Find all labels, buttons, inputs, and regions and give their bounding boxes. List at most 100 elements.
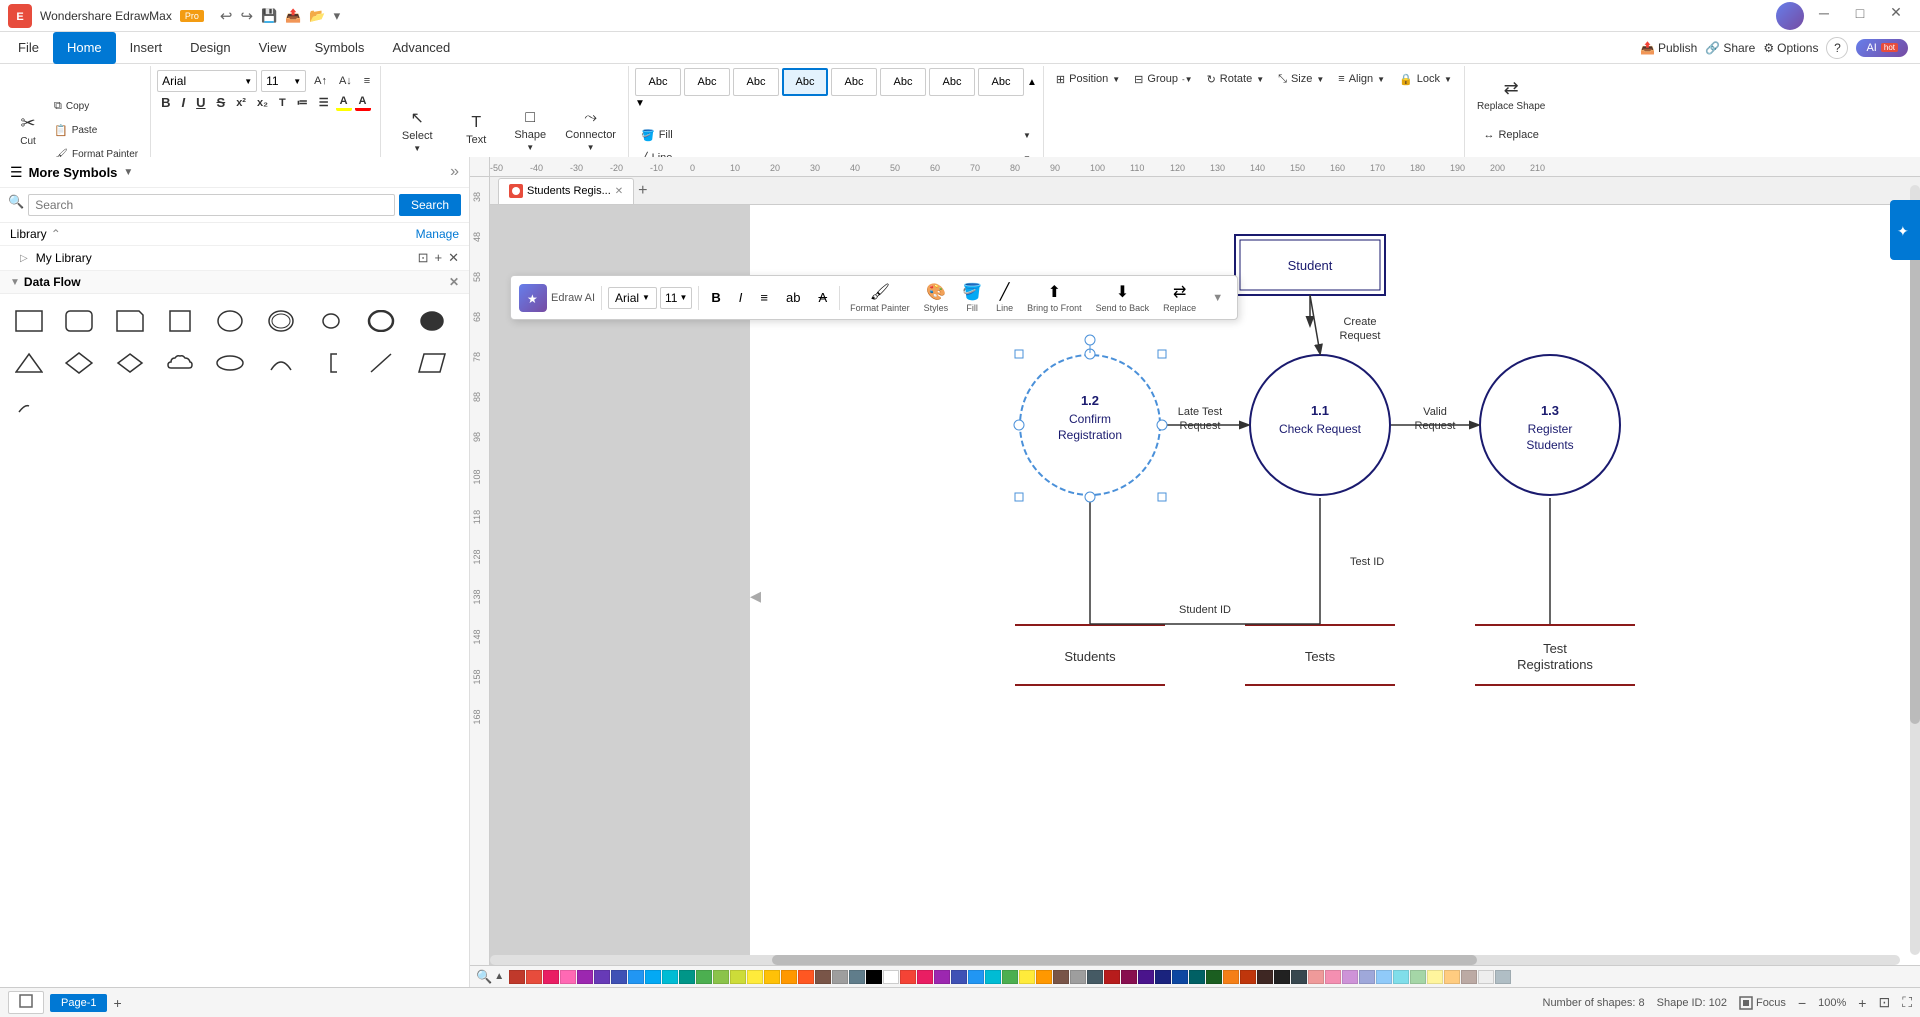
data-flow-section-header[interactable]: ▼ Data Flow ✕ xyxy=(0,271,469,294)
color-55[interactable] xyxy=(1427,970,1443,984)
ctx-bring-to-front[interactable]: ⬆ Bring to Front xyxy=(1023,280,1086,315)
save-btn[interactable]: 💾 xyxy=(261,8,277,24)
ctx-bold-btn[interactable]: B xyxy=(705,287,726,308)
color-29[interactable] xyxy=(985,970,1001,984)
color-44[interactable] xyxy=(1240,970,1256,984)
maximize-btn[interactable]: □ xyxy=(1844,2,1876,24)
strikethrough-btn[interactable]: S xyxy=(213,94,230,111)
undo-btn[interactable]: ↩ xyxy=(220,7,233,25)
subscript-btn[interactable]: x₂ xyxy=(253,96,272,110)
color-58[interactable] xyxy=(1478,970,1494,984)
color-25[interactable] xyxy=(917,970,933,984)
color-22[interactable] xyxy=(866,970,882,984)
palette-expand-icon[interactable]: ▲ xyxy=(494,971,504,982)
shape-diamond[interactable] xyxy=(111,344,149,382)
underline-btn[interactable]: U xyxy=(192,94,209,111)
style-3[interactable]: Abc xyxy=(782,68,828,96)
color-41[interactable] xyxy=(1189,970,1205,984)
shape-ellipse[interactable] xyxy=(211,344,249,382)
shape-btn[interactable]: □ Shape ▼ xyxy=(505,103,555,157)
color-48[interactable] xyxy=(1308,970,1324,984)
font-family-select[interactable]: Arial ▼ xyxy=(157,70,257,92)
color-32[interactable] xyxy=(1036,970,1052,984)
color-43[interactable] xyxy=(1223,970,1239,984)
shape-slash[interactable] xyxy=(362,344,400,382)
connector-btn[interactable]: ⤳ Connector ▼ xyxy=(559,103,622,157)
color-6[interactable] xyxy=(594,970,610,984)
color-15[interactable] xyxy=(747,970,763,984)
color-28[interactable] xyxy=(968,970,984,984)
color-50[interactable] xyxy=(1342,970,1358,984)
options-btn[interactable]: ⚙ Options xyxy=(1763,41,1818,55)
ctx-font-select[interactable]: Arial ▼ xyxy=(608,287,657,309)
highlight-btn[interactable]: A xyxy=(336,94,352,111)
fill-btn[interactable]: 🪣 Fill ▼ xyxy=(635,124,1037,146)
color-5[interactable] xyxy=(577,970,593,984)
ctx-format-painter[interactable]: 🖌 Format Painter xyxy=(846,280,914,315)
rotate-btn[interactable]: ↻ Rotate ▼ xyxy=(1201,68,1271,90)
color-20[interactable] xyxy=(832,970,848,984)
panel-collapse-btn[interactable]: » xyxy=(450,163,459,181)
menu-view[interactable]: View xyxy=(245,32,301,64)
h-scrollbar-thumb[interactable] xyxy=(772,955,1477,965)
list-btn[interactable]: ≔ xyxy=(293,95,312,110)
select-btn[interactable]: ↖ Select ▼ xyxy=(387,103,447,157)
style-1[interactable]: Abc xyxy=(684,68,730,96)
ctx-italic-btn[interactable]: I xyxy=(733,287,749,308)
shape-arc-sm[interactable] xyxy=(10,386,48,424)
color-9[interactable] xyxy=(645,970,661,984)
page-1-tab[interactable]: Page-1 xyxy=(50,994,107,1012)
shape-circle-ring[interactable] xyxy=(362,302,400,340)
edraw-ai-icon[interactable]: ★ xyxy=(519,284,547,312)
color-1[interactable] xyxy=(509,970,525,984)
add-page-btn[interactable]: + xyxy=(113,995,121,1011)
style-0[interactable]: Abc xyxy=(635,68,681,96)
color-10[interactable] xyxy=(662,970,678,984)
fullscreen-btn[interactable]: ⛶ xyxy=(1902,994,1912,1011)
zoom-in-btn[interactable]: + xyxy=(1858,995,1866,1011)
color-53[interactable] xyxy=(1393,970,1409,984)
h-scrollbar[interactable] xyxy=(490,955,1900,965)
text-align-btn[interactable]: ≡ xyxy=(360,70,374,92)
fit-page-btn[interactable]: ⊡ xyxy=(1878,994,1890,1011)
color-3[interactable] xyxy=(543,970,559,984)
shape-triangle[interactable] xyxy=(10,344,48,382)
ctx-strikethrough-btn[interactable]: A xyxy=(812,287,833,308)
help-btn[interactable]: ? xyxy=(1826,37,1848,59)
color-57[interactable] xyxy=(1461,970,1477,984)
ai-btn[interactable]: AI hot xyxy=(1856,39,1908,57)
color-21[interactable] xyxy=(849,970,865,984)
color-34[interactable] xyxy=(1070,970,1086,984)
ai-sidebar-btn[interactable]: ✦ xyxy=(1890,200,1920,260)
search-btn[interactable]: Search xyxy=(399,194,461,216)
menu-home[interactable]: Home xyxy=(53,32,116,64)
ctx-align-btn[interactable]: ≡ xyxy=(754,287,774,308)
left-nav-arrow[interactable]: ◂ xyxy=(750,583,761,609)
shape-circle-sm[interactable] xyxy=(312,302,350,340)
tab-close-icon[interactable]: ✕ xyxy=(615,186,623,197)
minimize-btn[interactable]: ─ xyxy=(1808,2,1840,24)
color-24[interactable] xyxy=(900,970,916,984)
styles-scroll-down[interactable]: ▼ xyxy=(635,98,659,122)
ctx-replace[interactable]: ⇄ Replace xyxy=(1159,280,1200,315)
profile-btn[interactable] xyxy=(1776,2,1804,30)
shape-rect-rounded[interactable] xyxy=(60,302,98,340)
shape-bracket[interactable] xyxy=(312,344,350,382)
style-7[interactable]: Abc xyxy=(978,68,1024,96)
color-8[interactable] xyxy=(628,970,644,984)
color-4[interactable] xyxy=(560,970,576,984)
align-btn[interactable]: ≡ Align ▼ xyxy=(1332,68,1391,90)
page-tab-selector[interactable] xyxy=(8,991,44,1014)
styles-scroll-up[interactable]: ▲ xyxy=(1027,77,1037,88)
color-54[interactable] xyxy=(1410,970,1426,984)
font-shrink-btn[interactable]: A↓ xyxy=(335,70,356,92)
section-close-icon[interactable]: ✕ xyxy=(449,275,459,289)
color-52[interactable] xyxy=(1376,970,1392,984)
text-btn[interactable]: T xyxy=(275,96,290,110)
shape-parallelogram[interactable] xyxy=(413,344,451,382)
v-scrollbar-thumb[interactable] xyxy=(1910,224,1920,725)
lock-btn[interactable]: 🔒 Lock ▼ xyxy=(1393,68,1458,90)
color-33[interactable] xyxy=(1053,970,1069,984)
shape-rect-tall[interactable] xyxy=(161,302,199,340)
color-2[interactable] xyxy=(526,970,542,984)
